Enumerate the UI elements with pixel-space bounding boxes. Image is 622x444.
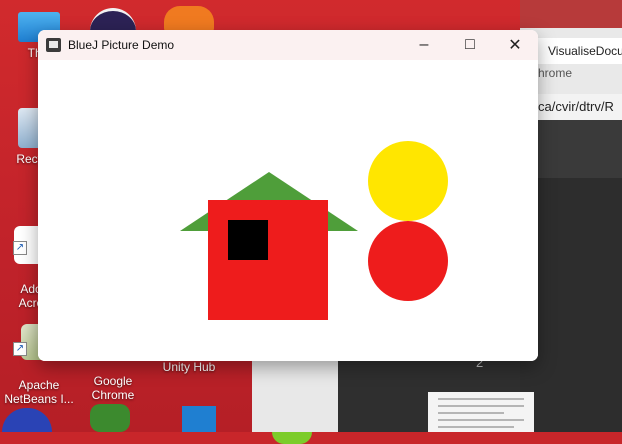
document-page-thumbnail[interactable] [428, 392, 534, 432]
minimize-icon: – [419, 36, 429, 53]
maximize-icon: □ [465, 36, 475, 53]
shortcut-arrow-icon: ↗ [13, 342, 27, 356]
yellow-sun-circle [368, 141, 448, 221]
tab-strip [520, 0, 622, 28]
desktop-icon-label: Google Chrome [91, 374, 135, 402]
desktop-icon-google-chrome[interactable]: Google Chrome [74, 360, 152, 402]
red-circle [368, 221, 448, 301]
bluej-picture-window[interactable]: BlueJ Picture Demo – □ ✕ [38, 30, 538, 361]
house-window [228, 220, 268, 260]
minimize-button[interactable]: – [401, 30, 447, 60]
close-button[interactable]: ✕ [492, 30, 538, 60]
close-icon: ✕ [508, 37, 522, 54]
window-title: BlueJ Picture Demo [68, 38, 175, 52]
gimp-icon[interactable] [90, 404, 130, 432]
maximize-button[interactable]: □ [447, 30, 493, 60]
house-wall [208, 200, 328, 320]
vscode-icon[interactable] [182, 406, 216, 432]
desktop-icon-label: Apache NetBeans I... [4, 378, 74, 406]
java-app-icon [46, 38, 61, 52]
desktop-icon-label: Unity Hub [162, 360, 216, 374]
title-bar[interactable]: BlueJ Picture Demo – □ ✕ [38, 30, 538, 60]
picture-canvas [38, 60, 538, 361]
desktop-icon-unity-hub[interactable]: Unity Hub [150, 360, 228, 374]
shortcut-arrow-icon: ↗ [13, 241, 27, 255]
background-pane [252, 358, 338, 432]
